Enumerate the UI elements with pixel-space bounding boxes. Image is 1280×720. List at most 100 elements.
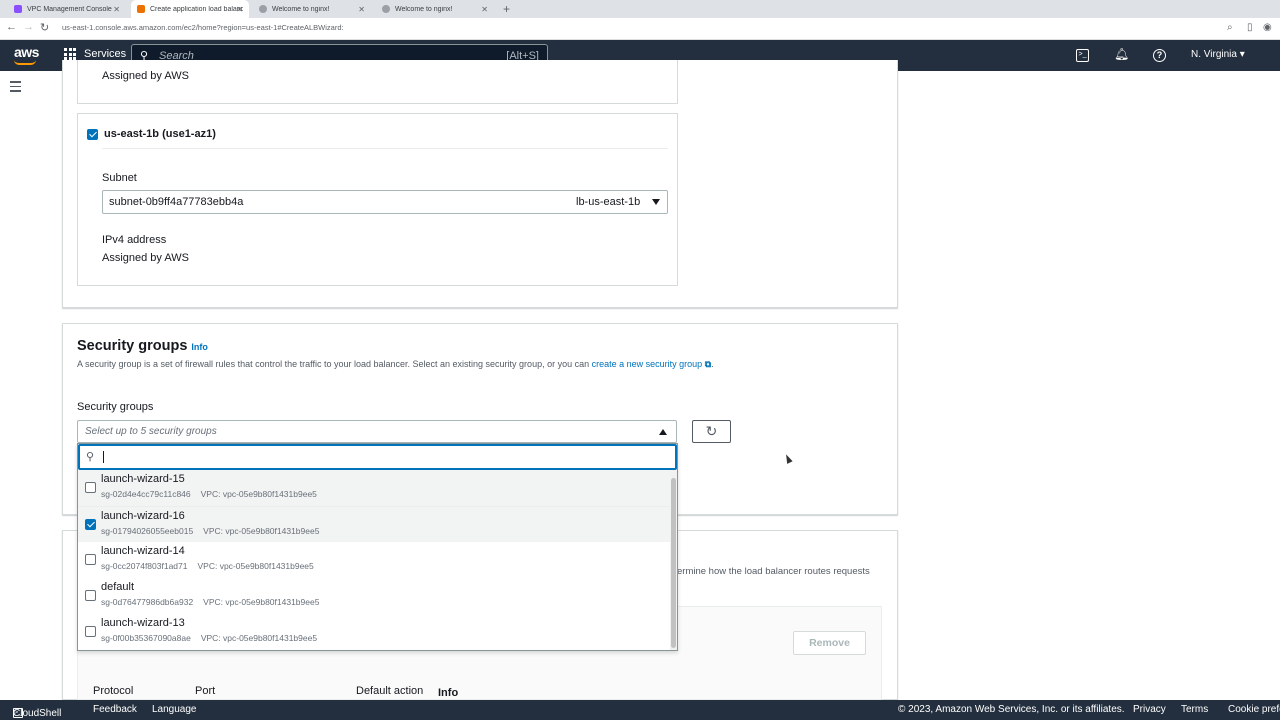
sg-meta: sg-0cc2074f803f1ad71 VPC: vpc-05e9b80f143… bbox=[101, 561, 314, 571]
close-tab-icon[interactable]: ✕ bbox=[358, 5, 365, 14]
cloudshell-icon[interactable]: >_ bbox=[1076, 49, 1089, 62]
url-text[interactable]: us-east-1.console.aws.amazon.com/ec2/hom… bbox=[62, 23, 344, 32]
privacy-link[interactable]: Privacy bbox=[1133, 704, 1166, 715]
browser-tab-bar: VPC Management Console ✕ Create applicat… bbox=[0, 0, 1280, 18]
bell-icon[interactable]: 🔔︎ bbox=[1114, 47, 1129, 61]
profile-icon[interactable]: ◉ bbox=[1263, 22, 1272, 33]
sg-option[interactable]: launch-wizard-15 sg-02d4e4cc79c11c846 VPC… bbox=[78, 470, 670, 506]
ipv4-value: Assigned by AWS bbox=[102, 70, 190, 82]
grid-icon bbox=[64, 48, 76, 60]
sg-vpc: VPC: vpc-05e9b80f1431b9ee5 bbox=[203, 526, 320, 536]
subnet-select[interactable]: subnet-0b9ff4a77783ebb4a lb-us-east-1b bbox=[102, 190, 668, 214]
services-menu[interactable]: Services bbox=[64, 48, 126, 60]
sg-name: launch-wizard-15 bbox=[101, 473, 185, 485]
sg-checkbox[interactable] bbox=[85, 626, 96, 637]
sg-meta: sg-0f00b35367090a8ae VPC: vpc-05e9b80f143… bbox=[101, 633, 317, 643]
sg-id: sg-02d4e4cc79c11c846 bbox=[101, 489, 191, 499]
info-link[interactable]: Info bbox=[191, 342, 208, 352]
feedback-link[interactable]: Feedback bbox=[93, 704, 137, 715]
sg-vpc: VPC: vpc-05e9b80f1431b9ee5 bbox=[197, 561, 314, 571]
security-groups-heading: Security groups Info bbox=[77, 338, 208, 354]
copyright-text: © 2023, Amazon Web Services, Inc. or its… bbox=[898, 704, 1125, 715]
remove-button[interactable]: Remove bbox=[793, 631, 866, 655]
browser-tab[interactable]: Welcome to nginx! ✕ bbox=[253, 0, 371, 18]
new-tab-icon[interactable]: + bbox=[503, 2, 510, 16]
subnet-name: lb-us-east-1b bbox=[576, 196, 641, 208]
protocol-header: Protocol bbox=[93, 685, 134, 697]
security-groups-dropdown: ⚲ launch-wizard-15 sg-02d4e4cc79c11c846 V… bbox=[77, 443, 678, 651]
text-cursor bbox=[103, 451, 104, 463]
security-groups-select[interactable]: Select up to 5 security groups bbox=[77, 420, 677, 443]
services-label: Services bbox=[84, 48, 127, 60]
sg-checkbox[interactable] bbox=[85, 519, 96, 530]
default-action-header: Default action bbox=[356, 685, 424, 697]
sg-checkbox[interactable] bbox=[85, 554, 96, 565]
security-groups-description: A security group is a set of firewall ru… bbox=[77, 359, 714, 369]
sg-id: sg-0d76477986db6a932 bbox=[101, 597, 194, 607]
region-selector[interactable]: N. Virginia ▾ bbox=[1191, 49, 1245, 60]
aws-logo[interactable]: aws bbox=[14, 44, 39, 60]
security-groups-label: Security groups bbox=[77, 401, 154, 413]
search-icon: ⚲ bbox=[86, 451, 95, 463]
reload-icon[interactable]: ↻ bbox=[40, 21, 49, 34]
sg-vpc: VPC: vpc-05e9b80f1431b9ee5 bbox=[203, 597, 320, 607]
language-link[interactable]: Language bbox=[152, 704, 197, 715]
subnet-label: Subnet bbox=[102, 172, 137, 184]
close-tab-icon[interactable]: ✕ bbox=[481, 5, 488, 14]
tab-favicon bbox=[382, 5, 390, 13]
scrollbar-thumb[interactable] bbox=[671, 478, 676, 648]
az-box-1: Assigned by AWS bbox=[77, 60, 678, 104]
tab-label: VPC Management Console bbox=[27, 5, 112, 13]
aws-smile-icon bbox=[14, 60, 36, 65]
divider bbox=[102, 148, 668, 149]
sg-meta: sg-02d4e4cc79c11c846 VPC: vpc-05e9b80f143… bbox=[101, 489, 317, 499]
port-header: Port bbox=[195, 685, 216, 697]
refresh-icon: ↻ bbox=[705, 423, 718, 439]
subnet-value: subnet-0b9ff4a77783ebb4a bbox=[109, 196, 244, 208]
tab-favicon bbox=[14, 5, 22, 13]
cookie-preferences-link[interactable]: Cookie prefere bbox=[1228, 704, 1280, 715]
sg-option[interactable]: launch-wizard-14 sg-0cc2074f803f1ad71 VPC… bbox=[78, 542, 670, 578]
create-security-group-link[interactable]: create a new security group bbox=[592, 359, 703, 369]
description-text: A security group is a set of firewall ru… bbox=[77, 359, 590, 369]
help-icon[interactable]: ? bbox=[1153, 49, 1166, 62]
tab-favicon bbox=[259, 5, 267, 13]
address-bar: ← → ↻ us-east-1.console.aws.amazon.com/e… bbox=[0, 18, 1280, 40]
sidebar-icon[interactable]: ▯ bbox=[1247, 22, 1253, 33]
back-arrow-icon[interactable]: ← bbox=[6, 21, 17, 33]
sg-option[interactable]: launch-wizard-13 sg-0f00b35367090a8ae VPC… bbox=[78, 614, 670, 650]
sg-checkbox[interactable] bbox=[85, 590, 96, 601]
terms-link[interactable]: Terms bbox=[1181, 704, 1208, 715]
forward-arrow-icon[interactable]: → bbox=[23, 21, 34, 33]
section-title: Security groups bbox=[77, 338, 188, 354]
filter-input[interactable]: ⚲ bbox=[78, 444, 677, 470]
refresh-button[interactable]: ↻ bbox=[692, 420, 731, 443]
sg-vpc: VPC: vpc-05e9b80f1431b9ee5 bbox=[200, 489, 317, 499]
menu-icon[interactable] bbox=[10, 81, 21, 95]
ipv4-label: IPv4 address bbox=[102, 234, 167, 246]
az-label: us-east-1b (use1-az1) bbox=[104, 128, 216, 140]
az-checkbox[interactable] bbox=[87, 129, 98, 140]
sg-name: launch-wizard-13 bbox=[101, 617, 185, 629]
sg-name: default bbox=[101, 581, 135, 593]
zoom-icon[interactable]: ⌕ bbox=[1227, 22, 1233, 33]
sg-option[interactable]: launch-wizard-16 sg-01794026055eeb015 VPC… bbox=[78, 506, 670, 542]
browser-tab[interactable]: VPC Management Console ✕ bbox=[8, 0, 126, 18]
sg-id: sg-0f00b35367090a8ae bbox=[101, 633, 191, 643]
sg-checkbox[interactable] bbox=[85, 482, 96, 493]
sg-meta: sg-0d76477986db6a932 VPC: vpc-05e9b80f143… bbox=[101, 597, 319, 607]
tab-label: Welcome to nginx! bbox=[395, 5, 453, 13]
sg-option[interactable]: default sg-0d76477986db6a932 VPC: vpc-05e… bbox=[78, 578, 670, 614]
sg-id: sg-01794026055eeb015 bbox=[101, 526, 194, 536]
sg-id: sg-0cc2074f803f1ad71 bbox=[101, 561, 188, 571]
info-link[interactable]: Info bbox=[438, 687, 458, 699]
caret-down-icon bbox=[652, 199, 660, 205]
console-footer: >_ CloudShell Feedback Language © 2023, A… bbox=[0, 700, 1280, 720]
browser-tab-active[interactable]: Create application load balancer ✕ bbox=[131, 0, 249, 18]
select-placeholder: Select up to 5 security groups bbox=[85, 426, 217, 437]
tab-label: Create application load balancer bbox=[150, 5, 243, 13]
browser-tab[interactable]: Welcome to nginx! ✕ bbox=[376, 0, 494, 18]
close-tab-icon[interactable]: ✕ bbox=[113, 5, 120, 14]
close-tab-icon[interactable]: ✕ bbox=[236, 5, 243, 14]
external-link-icon: ⧉ bbox=[704, 359, 712, 369]
